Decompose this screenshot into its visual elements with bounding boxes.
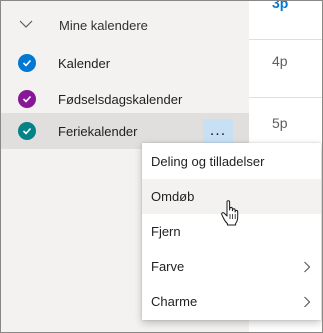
chevron-right-icon — [304, 261, 311, 273]
menu-item-color[interactable]: Farve — [142, 249, 321, 284]
calendar-item-label: Fødselsdagskalender — [58, 91, 183, 107]
menu-item-label: Fjern — [151, 224, 181, 239]
time-label-5p: 5p — [272, 115, 288, 131]
calendar-window: Mine kalendere Kalender Fødselsdagskalen… — [0, 0, 323, 333]
checkmark-icon[interactable] — [18, 54, 36, 72]
group-header-label: Mine kalendere — [59, 18, 148, 33]
checkmark-icon[interactable] — [18, 122, 36, 140]
hand-pointer-cursor-icon — [221, 200, 239, 226]
menu-item-label: Deling og tilladelser — [151, 154, 265, 169]
more-options-label: ... — [209, 122, 227, 139]
time-label-3p: 3p — [272, 0, 289, 11]
chevron-down-icon — [19, 20, 33, 28]
hour-divider — [249, 39, 322, 40]
group-header-mine-kalendere[interactable]: Mine kalendere — [1, 7, 249, 43]
menu-item-label: Farve — [151, 259, 185, 274]
menu-item-sharing-permissions[interactable]: Deling og tilladelser — [142, 144, 321, 179]
checkmark-icon[interactable] — [18, 90, 36, 108]
time-label-4p: 4p — [272, 53, 288, 69]
menu-item-label: Charme — [151, 294, 198, 309]
calendar-item-label: Kalender — [58, 55, 111, 71]
calendar-item-label: Feriekalender — [58, 123, 138, 139]
more-options-button[interactable]: ... — [203, 119, 233, 143]
menu-item-label: Omdøb — [151, 189, 195, 204]
calendar-item-kalender[interactable]: Kalender — [1, 45, 249, 81]
chevron-right-icon — [304, 296, 311, 308]
calendar-item-foedselsdagskalender[interactable]: Fødselsdagskalender — [1, 81, 249, 117]
hour-divider — [249, 97, 322, 98]
menu-item-charm[interactable]: Charme — [142, 284, 321, 319]
calendar-context-menu: Deling og tilladelser Omdøb Fjern Farve … — [142, 143, 321, 320]
